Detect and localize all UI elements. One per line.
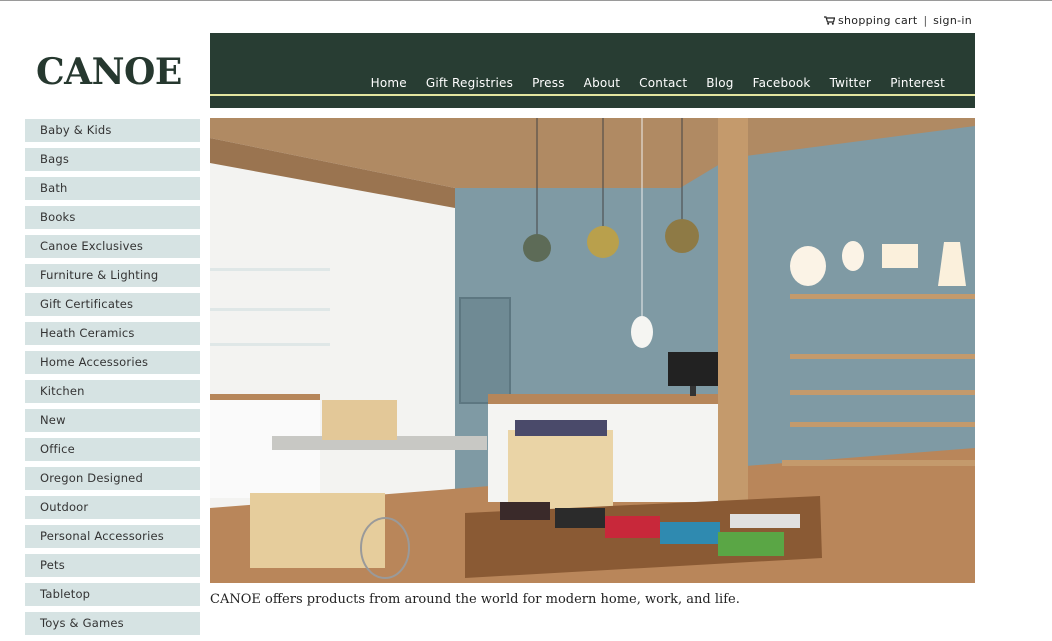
canoe-logo[interactable]: CANOE xyxy=(36,52,182,92)
sidebar-item-pets[interactable]: Pets xyxy=(25,554,200,577)
header-nav-bar: Home Gift Registries Press About Contact… xyxy=(210,33,975,108)
sidebar-item-bath[interactable]: Bath xyxy=(25,177,200,200)
top-border xyxy=(0,0,1052,1)
sidebar-item-tabletop[interactable]: Tabletop xyxy=(25,583,200,606)
nav-press[interactable]: Press xyxy=(532,76,565,90)
nav-facebook[interactable]: Facebook xyxy=(753,76,811,90)
shopping-cart-icon[interactable] xyxy=(824,16,835,25)
nav-home[interactable]: Home xyxy=(371,76,407,90)
main-nav: Home Gift Registries Press About Contact… xyxy=(352,76,945,90)
nav-about[interactable]: About xyxy=(584,76,620,90)
sidebar-item-personal-accessories[interactable]: Personal Accessories xyxy=(25,525,200,548)
sidebar-item-heath-ceramics[interactable]: Heath Ceramics xyxy=(25,322,200,345)
utility-separator: | xyxy=(923,14,928,27)
sidebar-item-kitchen[interactable]: Kitchen xyxy=(25,380,200,403)
store-interior-photo xyxy=(210,118,975,583)
nav-twitter[interactable]: Twitter xyxy=(830,76,872,90)
sidebar-item-outdoor[interactable]: Outdoor xyxy=(25,496,200,519)
shopping-cart-link[interactable]: shopping cart xyxy=(838,14,917,27)
sidebar-item-home-accessories[interactable]: Home Accessories xyxy=(25,351,200,374)
sidebar-item-baby-kids[interactable]: Baby & Kids xyxy=(25,119,200,142)
sidebar-item-books[interactable]: Books xyxy=(25,206,200,229)
nav-contact[interactable]: Contact xyxy=(639,76,687,90)
category-sidebar: Baby & Kids Bags Bath Books Canoe Exclus… xyxy=(25,119,200,641)
sign-in-link[interactable]: sign-in xyxy=(933,14,972,27)
sidebar-item-new[interactable]: New xyxy=(25,409,200,432)
page-caption: CANOE offers products from around the wo… xyxy=(210,592,740,607)
nav-accent-rule xyxy=(210,94,975,96)
sidebar-item-oregon-designed[interactable]: Oregon Designed xyxy=(25,467,200,490)
sidebar-item-canoe-exclusives[interactable]: Canoe Exclusives xyxy=(25,235,200,258)
sidebar-item-bags[interactable]: Bags xyxy=(25,148,200,171)
sidebar-item-toys-games[interactable]: Toys & Games xyxy=(25,612,200,635)
utility-links: shopping cart | sign-in xyxy=(824,14,972,27)
nav-blog[interactable]: Blog xyxy=(706,76,733,90)
nav-gift-registries[interactable]: Gift Registries xyxy=(426,76,513,90)
sidebar-item-gift-certificates[interactable]: Gift Certificates xyxy=(25,293,200,316)
nav-pinterest[interactable]: Pinterest xyxy=(890,76,945,90)
sidebar-item-furniture-lighting[interactable]: Furniture & Lighting xyxy=(25,264,200,287)
sidebar-item-office[interactable]: Office xyxy=(25,438,200,461)
